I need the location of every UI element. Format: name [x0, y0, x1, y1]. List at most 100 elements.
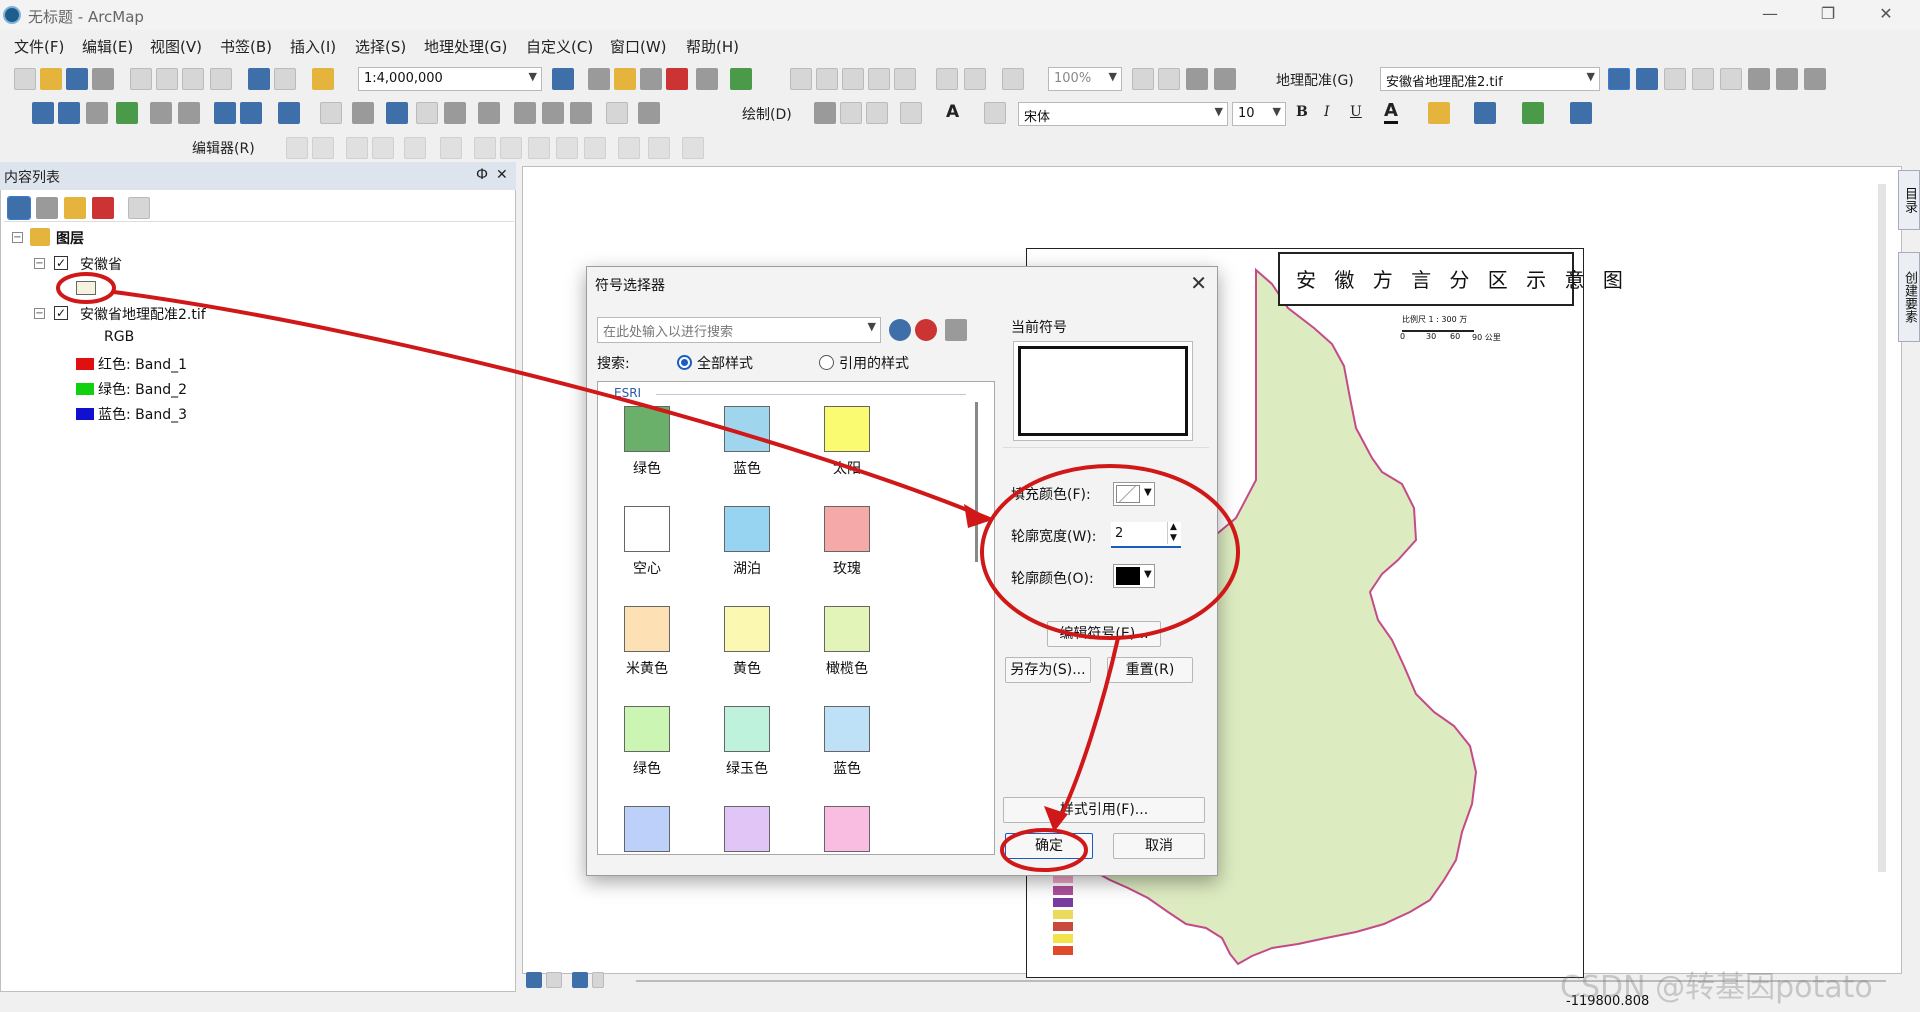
editor-toolbar-icon[interactable]	[552, 68, 574, 90]
fixed-zoom-in-icon[interactable]	[150, 102, 172, 124]
radio-referenced-styles-label[interactable]: 引用的样式	[839, 353, 909, 373]
layer-name-raster[interactable]: 安徽省地理配准2.tif	[80, 304, 206, 324]
scale-combo[interactable]: 1:4,000,000 ▼	[358, 67, 542, 91]
search-icon[interactable]	[889, 319, 911, 341]
copy-icon[interactable]	[156, 68, 178, 90]
data-view-icon[interactable]	[526, 972, 542, 988]
identify-icon[interactable]	[386, 102, 408, 124]
symbol-item[interactable]: 黄色	[702, 606, 792, 696]
callout-icon[interactable]	[984, 102, 1006, 124]
endpoint-arc-icon[interactable]	[372, 137, 394, 159]
ok-button[interactable]: 确定	[1005, 833, 1093, 859]
catalog-icon[interactable]	[614, 68, 636, 90]
select-link-icon[interactable]	[1636, 68, 1658, 90]
collapse-icon[interactable]: −	[12, 232, 23, 243]
open-icon[interactable]	[40, 68, 62, 90]
add-control-points-icon[interactable]	[1608, 68, 1630, 90]
symbol-item[interactable]: 玫瑰	[802, 506, 892, 596]
edit-annotation-icon[interactable]	[312, 137, 334, 159]
pen-icon[interactable]	[1570, 102, 1592, 124]
menu-customize[interactable]: 自定义(C)	[526, 36, 593, 57]
menu-edit[interactable]: 编辑(E)	[82, 36, 133, 57]
zoom-in-icon[interactable]	[32, 102, 54, 124]
model-builder-icon[interactable]	[730, 68, 752, 90]
find-icon[interactable]	[514, 102, 536, 124]
font-name-combo[interactable]: 宋体 ▼	[1018, 102, 1228, 126]
symbol-item[interactable]: 太阳	[802, 406, 892, 496]
save-icon[interactable]	[66, 68, 88, 90]
text-tool-icon[interactable]: A	[946, 102, 959, 122]
draw-menu[interactable]: 绘制(D)	[742, 104, 792, 124]
full-extent-layout-icon[interactable]	[868, 68, 890, 90]
marker-color-icon[interactable]	[1522, 102, 1544, 124]
search-clear-icon[interactable]	[915, 319, 937, 341]
zoom-100-icon[interactable]	[936, 68, 958, 90]
back-icon[interactable]	[214, 102, 236, 124]
pan-layout-icon[interactable]	[842, 68, 864, 90]
zoom-in-fixed-icon[interactable]	[790, 68, 812, 90]
change-layout-icon[interactable]	[1186, 68, 1208, 90]
menu-file[interactable]: 文件(F)	[14, 36, 64, 57]
pin-icon[interactable]: Ф	[476, 167, 488, 183]
create-features-icon[interactable]	[682, 137, 704, 159]
zoom-out-icon[interactable]	[58, 102, 80, 124]
draw-select-icon[interactable]	[814, 102, 836, 124]
view-mode-icon[interactable]	[945, 319, 967, 341]
time-slider-icon[interactable]	[606, 102, 628, 124]
bold-button[interactable]: B	[1296, 104, 1308, 120]
symbol-item[interactable]: 绿色	[602, 406, 692, 496]
delete-icon[interactable]	[210, 68, 232, 90]
toc-root[interactable]: 图层	[56, 228, 84, 248]
focus-data-frame-icon[interactable]	[1158, 68, 1180, 90]
cancel-button[interactable]: 取消	[1113, 833, 1205, 859]
find-route-icon[interactable]	[542, 102, 564, 124]
toc-close-icon[interactable]: ✕	[496, 167, 508, 183]
forward-icon[interactable]	[240, 102, 262, 124]
symbol-item[interactable]	[702, 806, 792, 854]
menu-bookmarks[interactable]: 书签(B)	[220, 36, 272, 57]
fixed-zoom-out-icon[interactable]	[178, 102, 200, 124]
symbol-item[interactable]: 空心	[602, 506, 692, 596]
minimize-icon[interactable]: —	[1750, 4, 1790, 26]
measure-icon[interactable]	[478, 102, 500, 124]
full-extent-icon[interactable]	[116, 102, 138, 124]
list-by-visibility-icon[interactable]	[64, 197, 86, 219]
menu-insert[interactable]: 插入(I)	[290, 36, 336, 57]
symbol-item[interactable]	[802, 806, 892, 854]
redo-icon[interactable]	[274, 68, 296, 90]
clear-selection-icon[interactable]	[320, 102, 342, 124]
previous-extent-icon[interactable]	[964, 68, 986, 90]
symbol-item[interactable]: 蓝色	[802, 706, 892, 796]
line-color-icon[interactable]	[1474, 102, 1496, 124]
delete-link-icon[interactable]	[1692, 68, 1714, 90]
italic-button[interactable]: I	[1324, 104, 1330, 120]
select-elements-icon[interactable]	[352, 102, 374, 124]
menu-view[interactable]: 视图(V)	[150, 36, 202, 57]
goto-xy-icon[interactable]	[570, 102, 592, 124]
attributes-icon[interactable]	[618, 137, 640, 159]
symbol-item[interactable]: 蓝色	[702, 406, 792, 496]
collapse-icon[interactable]: −	[34, 308, 45, 319]
print-icon[interactable]	[92, 68, 114, 90]
rotate-icon[interactable]	[1804, 68, 1826, 90]
symbol-item[interactable]: 湖泊	[702, 506, 792, 596]
python-icon[interactable]	[696, 68, 718, 90]
menu-geoprocessing[interactable]: 地理处理(G)	[424, 36, 507, 57]
menu-help[interactable]: 帮助(H)	[686, 36, 739, 57]
viewer-window-icon[interactable]	[638, 102, 660, 124]
layout-view-icon[interactable]	[546, 972, 562, 988]
radio-referenced-styles[interactable]	[819, 355, 834, 370]
hyperlink-icon[interactable]	[416, 102, 438, 124]
zoom-whole-page-icon[interactable]	[894, 68, 916, 90]
editor-menu[interactable]: 编辑器(R)	[192, 138, 255, 158]
font-size-combo[interactable]: 10 ▼	[1232, 102, 1286, 126]
symbol-search-input[interactable]: 在此处输入以进行搜索 ▼	[597, 317, 881, 343]
rectangle-icon[interactable]	[900, 102, 922, 124]
edit-tool-icon[interactable]	[286, 137, 308, 159]
toc-window-icon[interactable]	[588, 68, 610, 90]
undo-icon[interactable]	[248, 68, 270, 90]
trace-icon[interactable]	[404, 137, 426, 159]
fill-color-picker[interactable]: ▼	[1113, 482, 1155, 506]
edit-vertices-icon[interactable]	[474, 137, 496, 159]
adjust-icon[interactable]	[1776, 68, 1798, 90]
